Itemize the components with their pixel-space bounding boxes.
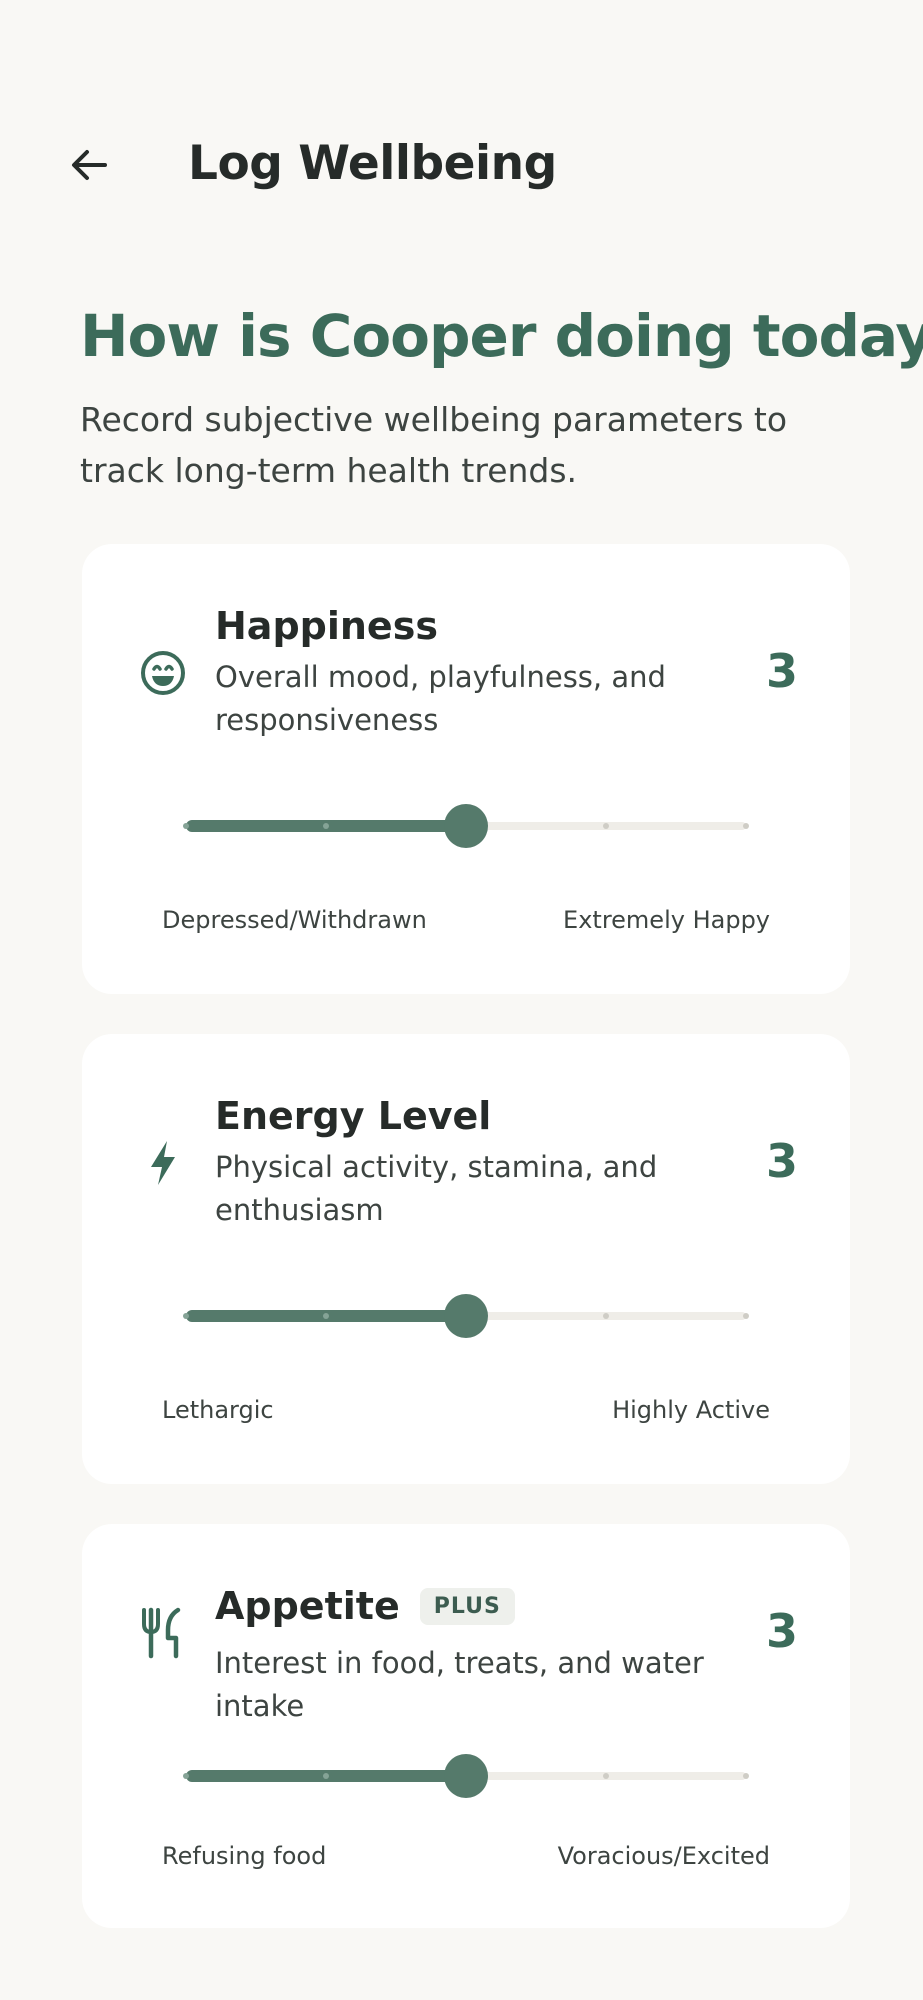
slider-max-label: Voracious/Excited — [557, 1842, 770, 1870]
happiness-card: Happiness Overall mood, playfulness, and… — [82, 544, 850, 994]
card-title-text: Energy Level — [215, 1094, 492, 1138]
slider-tick — [743, 1313, 749, 1319]
slider-tick — [323, 1773, 329, 1779]
arrow-left-icon — [72, 150, 107, 180]
lightning-bolt-icon — [134, 1134, 192, 1192]
energy-level-slider[interactable] — [183, 1294, 749, 1338]
fork-knife-icon — [134, 1604, 192, 1662]
rating-value: 3 — [765, 1604, 798, 1658]
slider-min-label: Refusing food — [162, 1842, 327, 1870]
energy-level-card: Energy Level Physical activity, stamina,… — [82, 1034, 850, 1484]
slider-tick — [743, 1773, 749, 1779]
slider-thumb[interactable] — [444, 804, 488, 848]
slider-tick — [603, 1313, 609, 1319]
rating-value: 3 — [765, 1134, 798, 1188]
slider-max-label: Extremely Happy — [563, 906, 770, 934]
slider-max-label: Highly Active — [612, 1396, 770, 1424]
slider-thumb[interactable] — [444, 1294, 488, 1338]
slider-tick — [743, 823, 749, 829]
card-title: Appetite PLUS — [215, 1584, 515, 1628]
card-description: Overall mood, playfulness, and responsiv… — [215, 660, 666, 737]
slider-tick — [183, 1313, 189, 1319]
slider-tick — [323, 1313, 329, 1319]
slider-tick — [603, 823, 609, 829]
smiley-face-icon — [134, 644, 192, 702]
appetite-slider[interactable] — [183, 1754, 749, 1798]
slider-tick — [603, 1773, 609, 1779]
slider-thumb[interactable] — [444, 1754, 488, 1798]
page-title: Log Wellbeing — [188, 136, 557, 191]
slider-tick — [183, 1773, 189, 1779]
card-title-text: Happiness — [215, 604, 438, 648]
intro-description: Record subjective wellbeing parameters t… — [80, 400, 788, 490]
top-app-bar: Log Wellbeing — [0, 118, 923, 208]
card-title: Energy Level — [215, 1094, 491, 1138]
plus-badge: PLUS — [419, 1587, 515, 1625]
rating-value: 3 — [765, 644, 798, 698]
slider-min-label: Depressed/Withdrawn — [162, 906, 427, 934]
back-button[interactable] — [64, 140, 114, 190]
slider-tick — [323, 823, 329, 829]
happiness-slider[interactable] — [183, 804, 749, 848]
appetite-card: Appetite PLUS Interest in food, treats, … — [82, 1524, 850, 1928]
card-title-text: Appetite — [215, 1584, 400, 1628]
headline: How is Cooper doing today? — [80, 302, 923, 370]
slider-tick — [183, 823, 189, 829]
card-description: Physical activity, stamina, and enthusia… — [215, 1150, 658, 1227]
card-title: Happiness — [215, 604, 438, 648]
slider-min-label: Lethargic — [162, 1396, 274, 1424]
card-description: Interest in food, treats, and water inta… — [215, 1646, 704, 1723]
